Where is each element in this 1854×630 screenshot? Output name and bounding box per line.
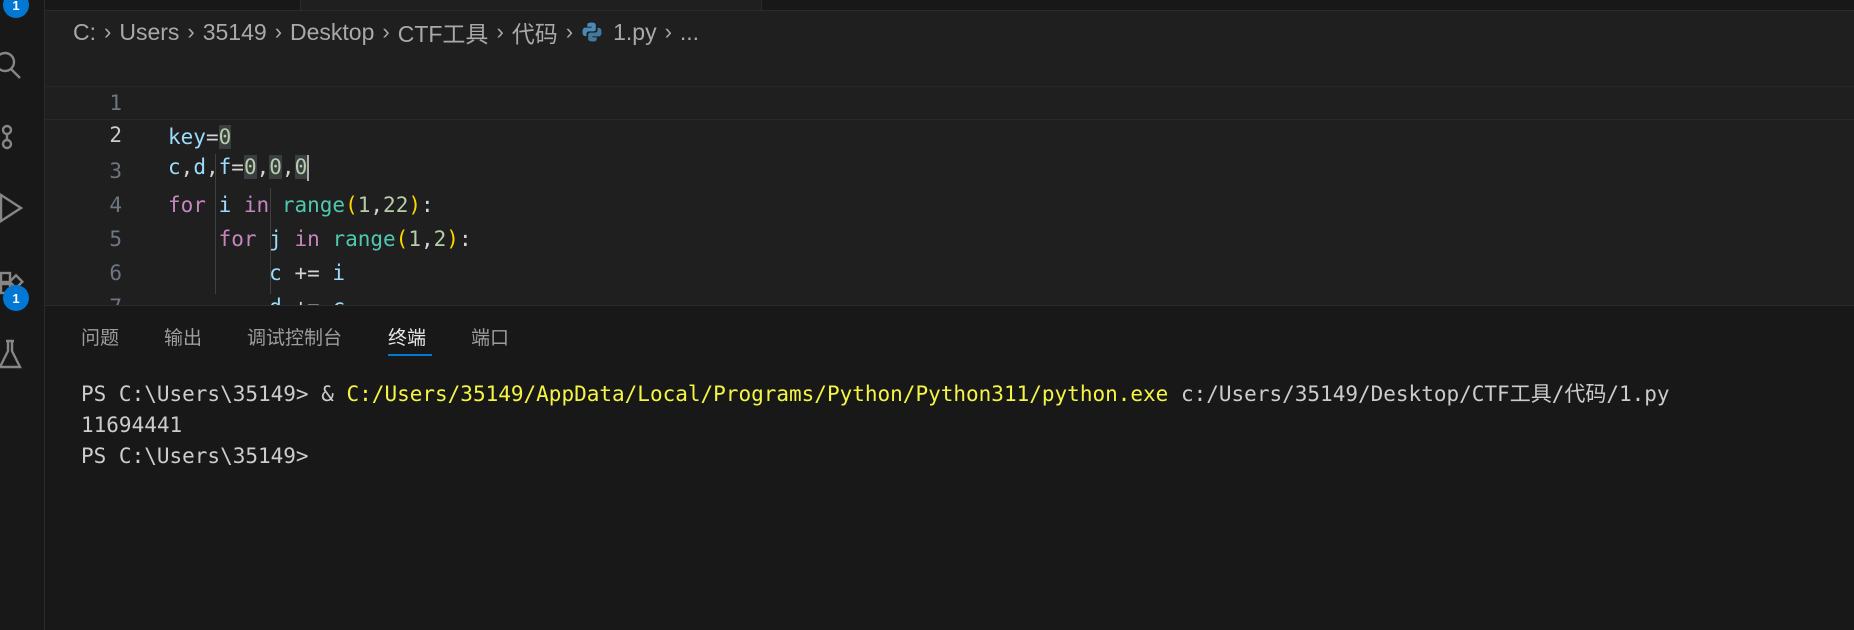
breadcrumb-item-user[interactable]: 35149 [203,19,267,46]
code-line[interactable]: 6 d += c [45,222,1854,305]
tab-ports[interactable]: 端口 [471,323,509,350]
terminal[interactable]: PS C:\Users\35149> & C:/Users/35149/AppD… [81,379,1670,472]
search-icon[interactable] [0,45,30,85]
terminal-prompt-line: PS C:\Users\35149> [81,444,309,468]
terminal-line: PS C:\Users\35149> & C:/Users/35149/AppD… [81,379,1670,410]
code-line[interactable]: 1 key=0 [45,52,1854,149]
code-line[interactable]: 7 f = d + c - 1 [45,256,1854,305]
testing-flask-icon[interactable] [0,334,30,374]
terminal-call-operator: & [321,382,347,406]
chevron-right-icon: › [565,19,574,44]
terminal-prompt: PS C:\Users\35149> [81,382,322,406]
bottom-panel: 问题 输出 调试控制台 终端 端口 PS C:\Users\35149> & C… [45,305,1854,630]
breadcrumb-item-users[interactable]: Users [119,19,179,46]
chevron-right-icon: › [104,19,112,44]
code-line[interactable]: 5 c += i [45,188,1854,285]
extensions-badge: 1 [3,285,29,311]
breadcrumb-item-code[interactable]: 代码 [512,15,558,49]
editor-tab-strip [45,0,1854,11]
terminal-script-arg: c:/Users/35149/Desktop/CTF工具/代码/1.py [1168,382,1670,406]
breadcrumb-item-file[interactable]: 1.py [613,19,656,46]
code-line[interactable]: 3 for i in range(1,22): [45,120,1854,217]
run-debug-icon[interactable] [0,188,30,228]
terminal-output-line: 11694441 [81,413,183,437]
editor-area: C: › Users › 35149 › Desktop › CTF工具 › 代… [45,0,1854,305]
breadcrumb-item-ctf-tools[interactable]: CTF工具 [398,15,489,49]
panel-tabs: 问题 输出 调试控制台 终端 端口 [45,306,1854,362]
chevron-right-icon: › [382,19,390,44]
chevron-right-icon: › [496,19,504,44]
python-icon [582,22,602,42]
code-line[interactable]: 8 for k in range(22,0,-1): [45,290,1854,305]
activity-bar: 1 1 [0,0,45,630]
code-line[interactable]: 4 for j in range(1,2): [45,154,1854,251]
terminal-exe-path: C:/Users/35149/AppData/Local/Programs/Py… [346,382,1169,406]
source-control-icon[interactable] [0,115,30,155]
tab-terminal[interactable]: 终端 [388,323,426,350]
chevron-right-icon: › [187,19,195,44]
chevron-right-icon: › [274,19,283,44]
breadcrumb: C: › Users › 35149 › Desktop › CTF工具 › 代… [73,15,699,49]
tab-output[interactable]: 输出 [164,323,202,350]
editor-tab-active[interactable] [300,0,762,10]
breadcrumb-item-symbols[interactable]: ... [680,19,699,46]
breadcrumb-item-desktop[interactable]: Desktop [290,19,374,46]
notification-badge: 1 [3,0,29,18]
tab-debug-console[interactable]: 调试控制台 [247,323,342,350]
vscode-window: 1 1 C: › Users › 35149 › Desktop › CTF工具… [0,0,1854,630]
tab-problems[interactable]: 问题 [81,323,119,350]
breadcrumb-item-drive[interactable]: C: [73,19,96,46]
chevron-right-icon: › [664,19,672,44]
code-line-current[interactable]: 2 c,d,f=0,0,0 [45,86,1854,181]
active-tab-indicator [388,354,432,356]
code-editor[interactable]: 1 key=0 2 c,d,f=0,0,0 3 for i in range(1… [45,52,1854,305]
